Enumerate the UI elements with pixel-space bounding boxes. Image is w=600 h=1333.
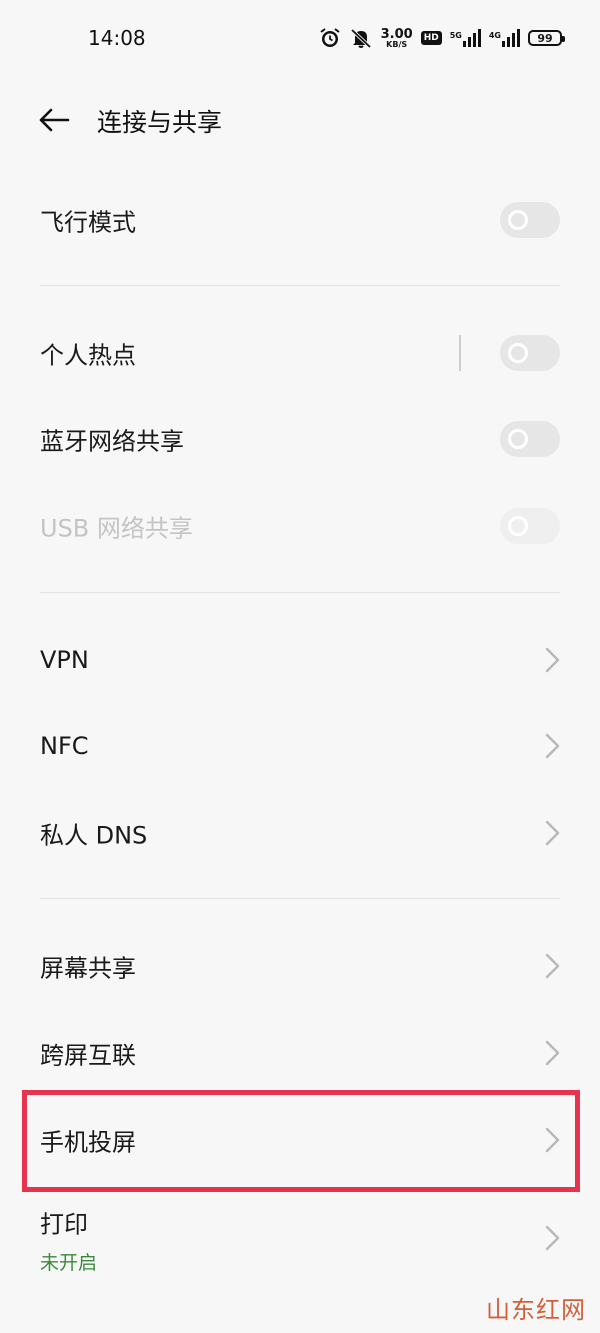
- chevron-right-icon: [545, 820, 560, 846]
- header: 连接与共享: [0, 88, 600, 152]
- row-private-dns[interactable]: 私人 DNS: [0, 790, 600, 876]
- row-airplane-mode[interactable]: 飞行模式: [0, 177, 600, 263]
- toggle-knob: [508, 210, 528, 230]
- watermark: 山东红网: [486, 1296, 586, 1324]
- row-label: NFC: [40, 732, 89, 760]
- row-screen-share[interactable]: 屏幕共享: [0, 923, 600, 1009]
- row-hotspot[interactable]: 个人热点: [0, 310, 600, 396]
- usb-tethering-toggle: [500, 508, 560, 544]
- chevron-right-icon: [545, 953, 560, 979]
- highlight-box: [22, 1090, 580, 1192]
- vertical-separator: [459, 335, 461, 371]
- signal-sim2-icon: 4G: [489, 29, 520, 47]
- print-status: 未开启: [40, 1252, 98, 1274]
- chevron-right-icon: [545, 733, 560, 759]
- section-divider: [40, 592, 560, 593]
- back-arrow-icon: [39, 108, 70, 132]
- hd-voice-badge: HD: [420, 31, 442, 45]
- status-time: 14:08: [88, 26, 146, 50]
- row-bluetooth-tethering[interactable]: 蓝牙网络共享: [0, 396, 600, 482]
- net-speed-unit: KB/S: [386, 39, 408, 49]
- section-divider: [40, 898, 560, 899]
- row-cross-screen[interactable]: 跨屏互联: [0, 1010, 600, 1096]
- chevron-right-icon: [545, 647, 560, 673]
- toggle-knob: [508, 343, 528, 363]
- row-label: 飞行模式: [40, 208, 136, 237]
- row-label: 私人 DNS: [40, 821, 148, 850]
- row-label: 蓝牙网络共享: [40, 427, 184, 456]
- battery-level: 99: [537, 31, 553, 45]
- row-vpn[interactable]: VPN: [0, 617, 600, 703]
- hotspot-toggle[interactable]: [500, 335, 560, 371]
- back-button[interactable]: [36, 102, 72, 138]
- chevron-right-icon: [545, 1225, 560, 1251]
- row-label: 个人热点: [40, 341, 136, 370]
- section-divider: [40, 285, 560, 286]
- chevron-right-icon: [545, 1040, 560, 1066]
- net-speed: 3.00 KB/S: [381, 28, 413, 49]
- row-label: VPN: [40, 646, 89, 674]
- sim1-network-tag: 5G: [449, 31, 462, 40]
- sim2-network-tag: 4G: [488, 31, 501, 40]
- battery-icon: 99: [528, 30, 565, 46]
- status-bar: 14:08 3.00 KB/S HD 5G 4G 99: [0, 0, 600, 76]
- row-nfc[interactable]: NFC: [0, 703, 600, 789]
- signal-sim1-icon: 5G: [450, 29, 481, 47]
- row-label: 屏幕共享: [40, 954, 136, 983]
- toggle-knob: [508, 429, 528, 449]
- airplane-mode-toggle[interactable]: [500, 202, 560, 238]
- row-label: 打印: [40, 1210, 88, 1239]
- mute-bell-icon: [349, 27, 373, 49]
- status-icons: 3.00 KB/S HD 5G 4G 99: [319, 24, 565, 52]
- row-usb-tethering: USB 网络共享: [0, 483, 600, 569]
- row-label: 跨屏互联: [40, 1041, 136, 1070]
- toggle-knob: [508, 516, 528, 536]
- bluetooth-tethering-toggle[interactable]: [500, 421, 560, 457]
- net-speed-value: 3.00: [380, 26, 413, 42]
- row-label: USB 网络共享: [40, 514, 193, 543]
- page-title: 连接与共享: [97, 108, 223, 137]
- alarm-icon: [319, 27, 341, 49]
